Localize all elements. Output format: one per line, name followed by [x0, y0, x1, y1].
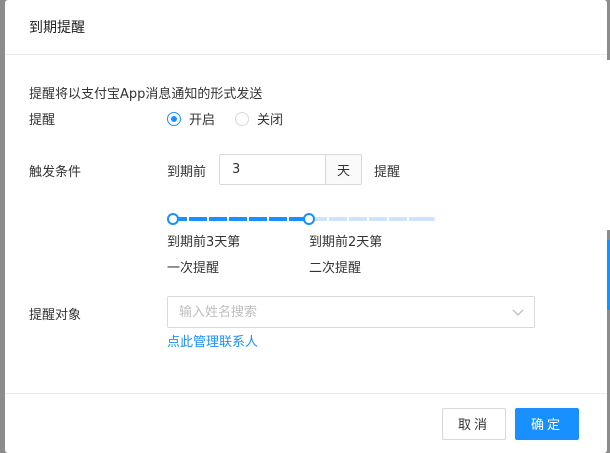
slider-handle-second[interactable] [303, 213, 315, 225]
slider-segment-gap [407, 217, 409, 221]
modal-footer: 取消 确定 [5, 393, 607, 453]
slider-segment-gap [387, 217, 389, 221]
radio-enable-circle [167, 111, 181, 126]
contact-search-select[interactable] [167, 296, 535, 328]
modal-header: 到期提醒 [5, 0, 607, 55]
slider-segment-gap [287, 217, 289, 221]
trigger-suffix: 提醒 [374, 165, 401, 180]
trigger-prefix: 到期前 [167, 165, 207, 180]
slider-segment-gap [187, 217, 189, 221]
reminder-label: 提醒 [29, 113, 56, 128]
slider-segment-gap [347, 217, 349, 221]
slider-segment-gap [267, 217, 269, 221]
modal-body: 提醒将以支付宝App消息通知的形式发送 提醒 开启 关闭 触发条件 到期前 3 … [5, 55, 607, 393]
slider-handle-first[interactable] [167, 213, 179, 225]
slider-mark-first: 到期前3天第 一次提醒 [167, 230, 240, 282]
slider-segment-gap [227, 217, 229, 221]
trigger-label: 触发条件 [29, 165, 82, 180]
radio-enable-label: 开启 [189, 113, 216, 128]
reminder-slider[interactable] [165, 212, 435, 226]
manage-contacts-link[interactable]: 点此管理联系人 [167, 331, 258, 350]
slider-mark-second: 到期前2天第 二次提醒 [309, 230, 382, 282]
radio-disable-label: 关闭 [257, 113, 284, 128]
slider-segment-gap [207, 217, 209, 221]
confirm-button[interactable]: 确定 [515, 407, 579, 440]
slider-segment-gap [367, 217, 369, 221]
target-label: 提醒对象 [29, 308, 82, 323]
slider-track [171, 217, 305, 221]
reminder-modal: 到期提醒 提醒将以支付宝App消息通知的形式发送 提醒 开启 关闭 触发条件 到… [5, 0, 607, 453]
days-input[interactable]: 3 [219, 154, 326, 185]
days-unit: 天 [326, 154, 362, 185]
slider-mark-first-line2: 一次提醒 [167, 261, 220, 276]
notice-description: 提醒将以支付宝App消息通知的形式发送 [29, 87, 263, 102]
slider-mark-second-line2: 二次提醒 [309, 261, 362, 276]
days-input-group: 3 天 [219, 154, 362, 185]
cancel-button[interactable]: 取消 [442, 407, 506, 440]
radio-disable-circle [235, 111, 249, 126]
slider-segment-gap [247, 217, 249, 221]
radio-enable[interactable]: 开启 [167, 109, 215, 128]
radio-disable[interactable]: 关闭 [235, 109, 283, 128]
slider-mark-first-line1: 到期前3天第 [167, 235, 241, 250]
slider-mark-second-line1: 到期前2天第 [309, 235, 383, 250]
contact-search-input[interactable] [179, 304, 499, 320]
slider-segment-gap [327, 217, 329, 221]
chevron-down-icon [512, 309, 524, 316]
modal-title: 到期提醒 [29, 20, 85, 36]
